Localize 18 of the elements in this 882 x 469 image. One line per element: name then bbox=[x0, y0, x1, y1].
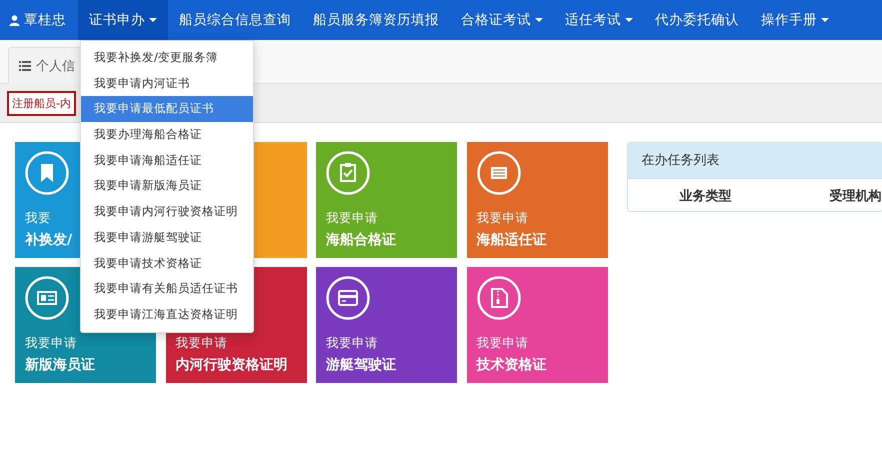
status-label: 注册船员-内 bbox=[7, 90, 76, 116]
tile-caption: 我要申请 bbox=[476, 335, 528, 352]
tile-caption: 我要申请 bbox=[25, 335, 77, 352]
tile-caption: 我要申请 bbox=[176, 335, 228, 352]
tile-title: 内河行驶资格证明 bbox=[176, 356, 288, 374]
column-header: 受理机构 bbox=[830, 188, 882, 204]
tile-caption: 我要 bbox=[25, 210, 51, 227]
tile-title: 新版海员证 bbox=[25, 356, 95, 374]
tile-caption: 我要申请 bbox=[326, 210, 378, 227]
column-header: 业务类型 bbox=[680, 188, 732, 204]
tile-caption: 我要申请 bbox=[476, 210, 528, 227]
tile-title: 补换发/ bbox=[25, 231, 72, 249]
tile-title: 技术资格证 bbox=[476, 356, 546, 374]
panel-title: 在办任务列表 bbox=[628, 143, 882, 179]
tile-title: 海船合格证 bbox=[326, 231, 396, 249]
tile-caption: 我要申请 bbox=[326, 335, 378, 352]
tile-title: 海船适任证 bbox=[476, 231, 546, 249]
tile-title: 游艇驾驶证 bbox=[326, 356, 396, 374]
